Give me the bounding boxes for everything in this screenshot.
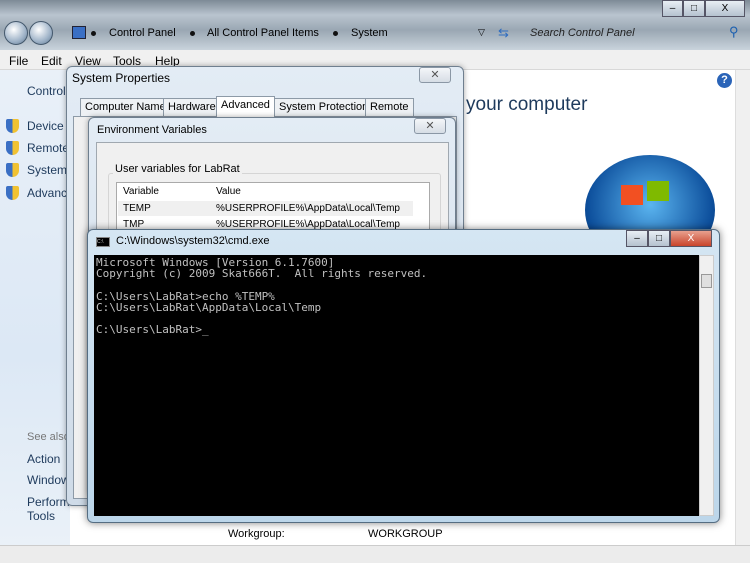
breadcrumb-control-panel[interactable]: Control Panel	[109, 27, 176, 39]
control-panel-home-link[interactable]: Control	[27, 84, 66, 98]
maximize-button[interactable]: □	[683, 0, 705, 17]
control-panel-icon	[72, 26, 86, 39]
breadcrumb-all-items[interactable]: All Control Panel Items	[207, 27, 319, 39]
shield-icon	[6, 141, 19, 155]
variable-name: TEMP	[123, 203, 151, 214]
status-bar	[0, 545, 750, 563]
tab-system-protection[interactable]: System Protection	[274, 98, 374, 117]
remote-settings-link[interactable]: Remote	[27, 141, 69, 155]
breadcrumb-separator	[333, 31, 338, 36]
windows-update-link[interactable]: Window	[27, 473, 70, 487]
performance-link[interactable]: Perform	[27, 495, 70, 509]
breadcrumb-separator	[91, 31, 96, 36]
column-header-value[interactable]: Value	[216, 186, 241, 197]
workgroup-label: Workgroup:	[228, 528, 285, 540]
tab-computer-name[interactable]: Computer Name	[80, 98, 171, 117]
see-also-heading: See also	[27, 431, 70, 443]
tab-hardware[interactable]: Hardware	[163, 98, 221, 117]
shield-icon	[6, 163, 19, 177]
cmd-close-button[interactable]: X	[670, 230, 712, 247]
workgroup-value: WORKGROUP	[368, 528, 443, 540]
advanced-settings-link[interactable]: Advanc	[27, 186, 67, 200]
breadcrumb-system[interactable]: System	[351, 27, 388, 39]
logo-flag-green	[647, 181, 669, 201]
scrollbar-thumb[interactable]	[701, 274, 712, 288]
close-button[interactable]: X	[705, 0, 745, 17]
system-properties-close-button[interactable]: ✕	[419, 67, 451, 83]
menu-edit[interactable]: Edit	[41, 54, 62, 68]
menu-file[interactable]: File	[9, 54, 28, 68]
minimize-button[interactable]: –	[662, 0, 683, 17]
column-header-variable[interactable]: Variable	[123, 186, 159, 197]
shield-icon	[6, 186, 19, 200]
forward-button[interactable]	[29, 21, 53, 45]
cmd-title: C:\Windows\system32\cmd.exe	[116, 235, 270, 247]
main-scrollbar[interactable]	[735, 70, 750, 545]
search-input[interactable]: Search Control Panel	[530, 27, 635, 39]
environment-variables-close-button[interactable]: ✕	[414, 118, 446, 134]
page-heading: your computer	[466, 94, 588, 115]
explorer-title-bar	[0, 0, 750, 50]
performance-tools-link[interactable]: Tools	[27, 509, 55, 523]
help-icon[interactable]: ?	[717, 73, 732, 88]
cmd-minimize-button[interactable]: –	[626, 230, 648, 247]
cmd-scrollbar[interactable]	[699, 255, 714, 516]
refresh-icon[interactable]: ⇆	[498, 25, 509, 41]
tab-remote[interactable]: Remote	[365, 98, 414, 117]
environment-variables-title: Environment Variables	[97, 124, 207, 136]
user-variables-label: User variables for LabRat	[113, 163, 242, 175]
variable-value: %USERPROFILE%\AppData\Local\Temp	[216, 203, 400, 214]
breadcrumb-separator	[190, 31, 195, 36]
logo-flag-red	[621, 185, 643, 205]
device-manager-link[interactable]: Device	[27, 119, 64, 133]
search-icon[interactable]: ⚲	[729, 24, 739, 40]
action-center-link[interactable]: Action	[27, 452, 60, 466]
shield-icon	[6, 119, 19, 133]
console-output[interactable]: Microsoft Windows [Version 6.1.7600] Cop…	[94, 255, 699, 516]
dropdown-arrow-icon[interactable]: ▽	[478, 27, 485, 38]
cmd-window: C:\ C:\Windows\system32\cmd.exe – □ X Mi…	[87, 229, 720, 523]
system-properties-title: System Properties	[72, 71, 171, 85]
system-protection-link[interactable]: System	[27, 163, 67, 177]
back-button[interactable]	[4, 21, 28, 45]
cmd-icon: C:\	[96, 237, 110, 247]
tab-advanced[interactable]: Advanced	[216, 96, 275, 117]
cmd-maximize-button[interactable]: □	[648, 230, 670, 247]
